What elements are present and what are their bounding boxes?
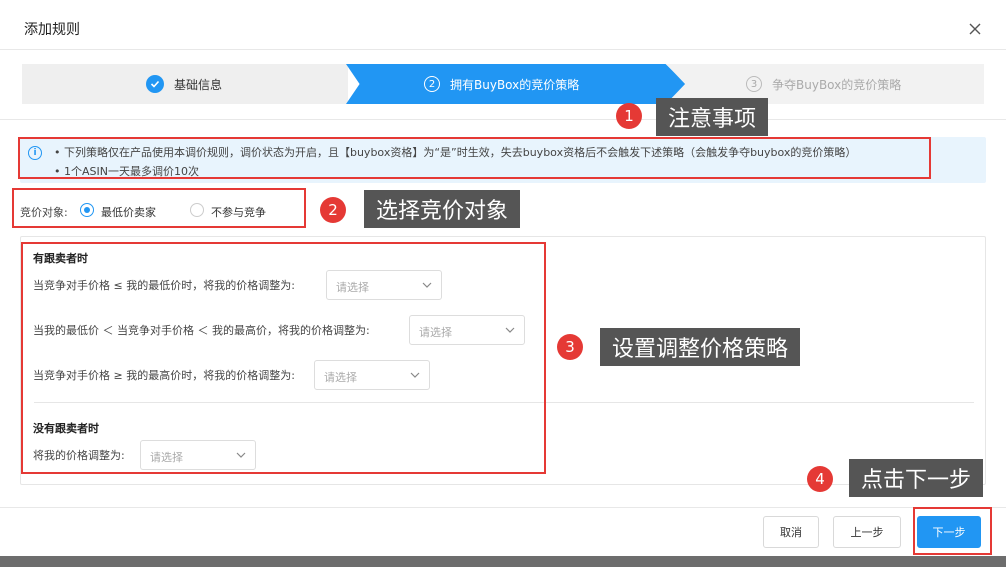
step-number: 3 <box>746 76 762 92</box>
annotation-callout: 选择竞价对象 <box>364 190 521 228</box>
check-icon <box>146 75 164 93</box>
prev-step-button[interactable]: 上一步 <box>833 516 901 548</box>
annotation-callout: 注意事项 <box>656 98 769 136</box>
step-label: 争夺BuyBox的竞价策略 <box>772 77 902 92</box>
dialog-title: 添加规则 <box>24 22 80 38</box>
annotation-badge: 1 <box>616 103 642 129</box>
close-icon[interactable] <box>966 20 984 38</box>
annotation-box-strategy <box>21 242 546 474</box>
annotation-callout: 设置调整价格策略 <box>600 328 801 366</box>
step-label: 拥有BuyBox的竞价策略 <box>450 77 580 92</box>
cancel-button[interactable]: 取消 <box>763 516 819 548</box>
annotation-badge: 3 <box>557 334 583 360</box>
annotation-box-next <box>913 507 992 555</box>
step-label: 基础信息 <box>174 77 223 92</box>
annotation-box-competitor <box>12 188 306 228</box>
backdrop-strip <box>0 556 1006 567</box>
step-basic-info: 基础信息 <box>22 64 348 104</box>
step-own-buybox: 2 拥有BuyBox的竞价策略 <box>346 64 686 104</box>
annotation-badge: 2 <box>320 197 346 223</box>
header-divider <box>0 49 1006 50</box>
footer-divider <box>0 507 1006 508</box>
steps-divider <box>0 119 1006 120</box>
step-number: 2 <box>424 76 440 92</box>
annotation-box-notice <box>18 137 931 179</box>
annotation-callout: 点击下一步 <box>849 459 984 497</box>
annotation-badge: 4 <box>807 466 833 492</box>
